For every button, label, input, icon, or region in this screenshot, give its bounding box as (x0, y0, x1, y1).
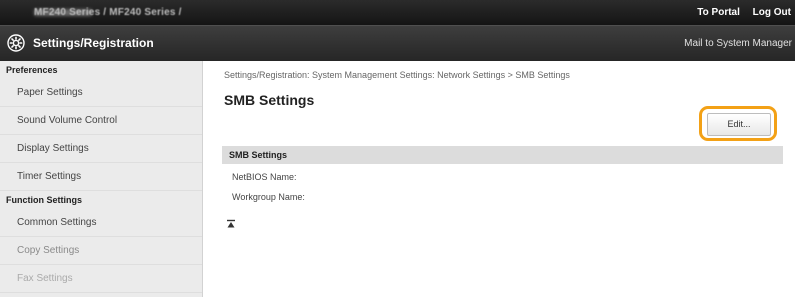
breadcrumb: Settings/Registration: System Management… (224, 70, 570, 80)
sidebar-item-fax-settings[interactable]: Fax Settings (0, 265, 202, 293)
main-content: Settings/Registration: System Management… (216, 61, 791, 297)
edit-button-highlight: Edit... (699, 106, 777, 141)
sidebar-item-display-settings[interactable]: Display Settings (0, 135, 202, 163)
section-header: SMB Settings (222, 146, 783, 164)
sidebar-item-sound-volume-control[interactable]: Sound Volume Control (0, 107, 202, 135)
sidebar-item-common-settings[interactable]: Common Settings (0, 209, 202, 237)
edit-button[interactable]: Edit... (707, 113, 771, 136)
sidebar-item-paper-settings[interactable]: Paper Settings (0, 79, 202, 107)
log-out-link[interactable]: Log Out (753, 7, 791, 18)
title-bar: Settings/Registration Mail to System Man… (0, 25, 795, 61)
netbios-name-label: NetBIOS Name: (232, 172, 297, 182)
sidebar-item-copy-settings[interactable]: Copy Settings (0, 237, 202, 265)
settings-gear-icon (7, 34, 25, 52)
sidebar-heading-function-settings: Function Settings (6, 195, 82, 205)
back-to-top-icon[interactable] (226, 219, 236, 229)
page-title: SMB Settings (224, 92, 315, 108)
sidebar: Preferences Paper Settings Sound Volume … (0, 61, 203, 297)
topbar-links: To Portal Log Out (687, 7, 791, 18)
workgroup-name-label: Workgroup Name: (232, 192, 305, 202)
device-name: MF240 Series / MF240 Series / (34, 7, 182, 18)
top-bar: MF240 Series / MF240 Series / To Portal … (0, 0, 795, 25)
sidebar-item-timer-settings[interactable]: Timer Settings (0, 163, 202, 191)
mail-to-system-manager-link[interactable]: Mail to System Manager (684, 38, 792, 49)
sidebar-heading-preferences: Preferences (6, 65, 58, 75)
page-header-title: Settings/Registration (33, 36, 154, 50)
to-portal-link[interactable]: To Portal (697, 7, 740, 18)
section-title: SMB Settings (229, 150, 288, 160)
